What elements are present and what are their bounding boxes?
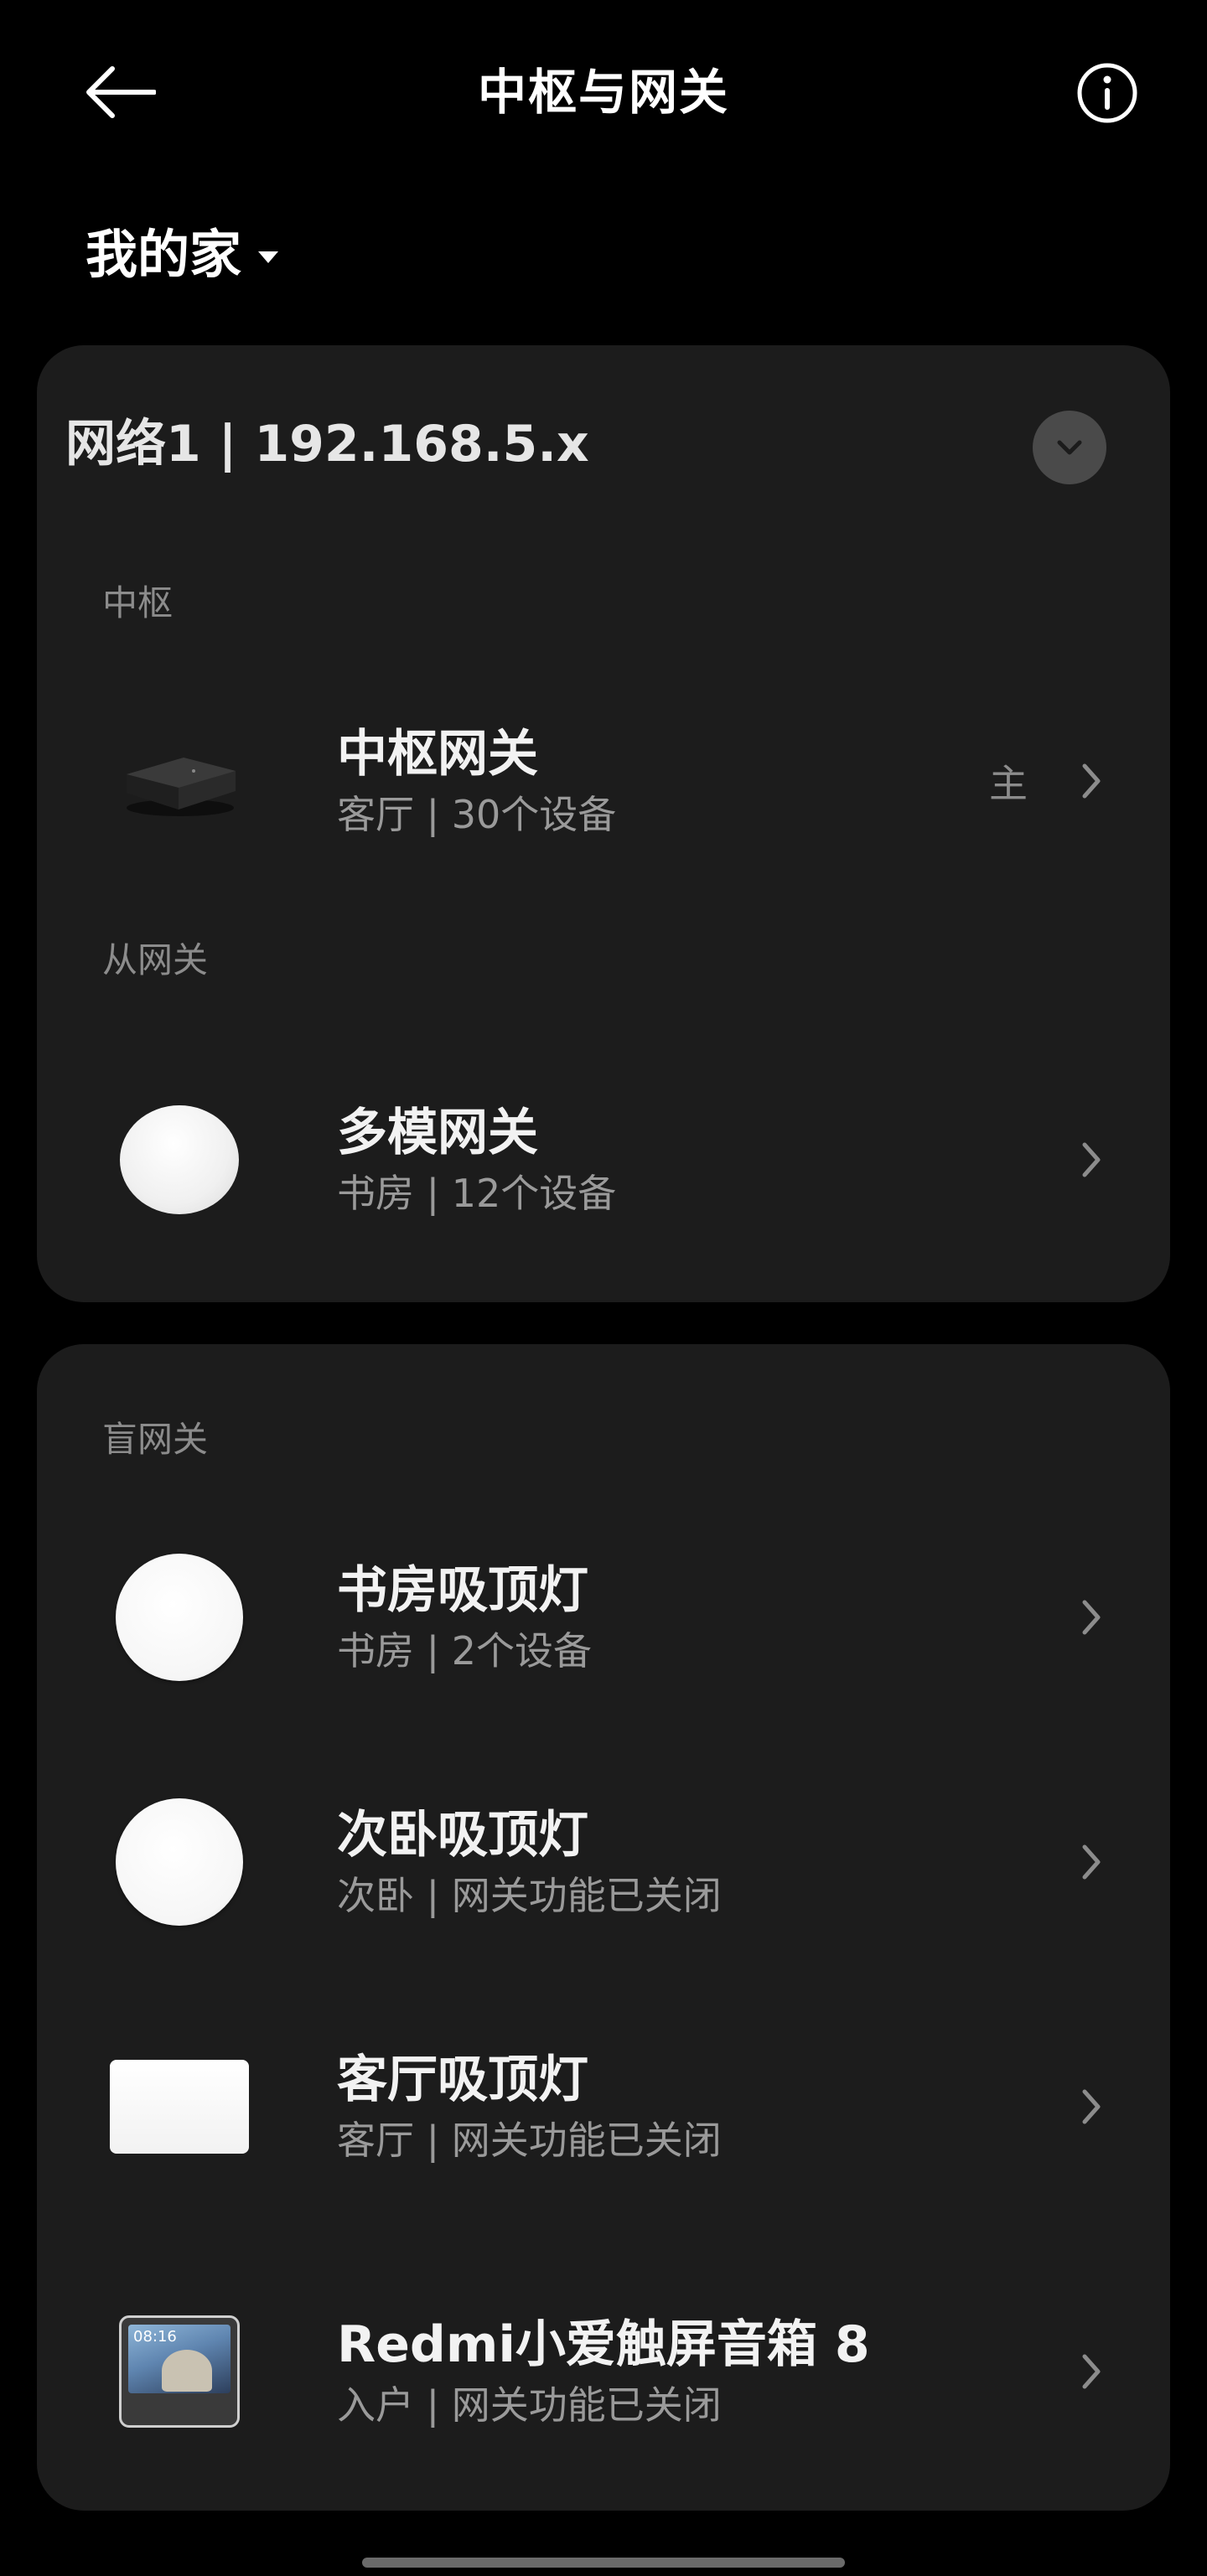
caret-down-icon [258, 251, 279, 263]
round-ceiling-light-icon [104, 1787, 255, 1937]
home-name: 我的家 [85, 224, 242, 285]
hub-box-icon [104, 706, 255, 856]
device-text: Redmi小爱触屏音箱 8 入户 | 网关功能已关闭 [337, 2288, 870, 2455]
device-name: 客厅吸顶灯 [337, 2051, 588, 2109]
chevron-right-icon [1082, 1600, 1101, 1635]
device-subtitle: 书房 | 2个设备 [337, 1628, 593, 1673]
home-indicator[interactable] [362, 2558, 845, 2568]
network-expand-button[interactable] [1033, 411, 1106, 484]
page-title: 中枢与网关 [477, 64, 729, 121]
device-subtitle: 客厅 | 30个设备 [337, 792, 617, 837]
chevron-right-icon [1082, 2354, 1101, 2389]
chevron-right-icon [1082, 1844, 1101, 1880]
device-row-hub-gateway[interactable]: 中枢网关 客厅 | 30个设备 主 [37, 697, 1170, 865]
device-text: 书房吸顶灯 书房 | 2个设备 [337, 1534, 592, 1701]
device-row-study-ceiling-light[interactable]: 书房吸顶灯 书房 | 2个设备 [37, 1534, 1170, 1701]
top-bar: 中枢与网关 [0, 0, 1207, 184]
device-row-multimode-gateway[interactable]: 多模网关 书房 | 12个设备 [37, 1076, 1170, 1244]
device-subtitle: 书房 | 12个设备 [337, 1171, 617, 1216]
speaker-screen-time: 08:16 [133, 2328, 177, 2346]
gateway-puck-icon [104, 1084, 255, 1235]
info-button[interactable] [1073, 59, 1142, 127]
device-row-living-room-ceiling-light[interactable]: 客厅吸顶灯 客厅 | 网关功能已关闭 [37, 2023, 1170, 2191]
device-subtitle: 客厅 | 网关功能已关闭 [337, 2118, 722, 2163]
device-name: 次卧吸顶灯 [337, 1806, 588, 1865]
chevron-right-icon [1082, 763, 1101, 799]
primary-badge: 主 [989, 761, 1028, 806]
device-name: 多模网关 [337, 1104, 538, 1162]
device-row-secondary-bedroom-ceiling-light[interactable]: 次卧吸顶灯 次卧 | 网关功能已关闭 [37, 1778, 1170, 1946]
home-selector[interactable]: 我的家 [85, 220, 279, 290]
device-text: 中枢网关 客厅 | 30个设备 [337, 697, 616, 865]
smart-display-speaker-icon: 08:16 [104, 2296, 255, 2447]
device-name: 书房吸顶灯 [337, 1561, 588, 1620]
device-name: Redmi小爱触屏音箱 8 [337, 2315, 870, 2374]
device-name: 中枢网关 [337, 725, 538, 784]
device-subtitle: 次卧 | 网关功能已关闭 [337, 1873, 722, 1918]
rect-ceiling-light-icon [104, 2031, 255, 2182]
section-label-blind-gateway: 盲网关 [102, 1419, 209, 1460]
chevron-right-icon [1082, 1142, 1101, 1177]
round-ceiling-light-icon [104, 1542, 255, 1693]
section-label-sub-gateway: 从网关 [102, 939, 209, 980]
network-title: 网络1 | 192.168.5.x [65, 415, 589, 473]
device-text: 次卧吸顶灯 次卧 | 网关功能已关闭 [337, 1778, 722, 1946]
device-subtitle: 入户 | 网关功能已关闭 [337, 2382, 722, 2428]
device-text: 多模网关 书房 | 12个设备 [337, 1076, 616, 1244]
device-row-redmi-smart-speaker[interactable]: 08:16 Redmi小爱触屏音箱 8 入户 | 网关功能已关闭 [37, 2288, 1170, 2455]
device-text: 客厅吸顶灯 客厅 | 网关功能已关闭 [337, 2023, 722, 2191]
section-label-hub: 中枢 [102, 582, 174, 623]
chevron-right-icon [1082, 2089, 1101, 2124]
chevron-down-icon [1057, 440, 1082, 455]
info-icon [1077, 63, 1137, 123]
